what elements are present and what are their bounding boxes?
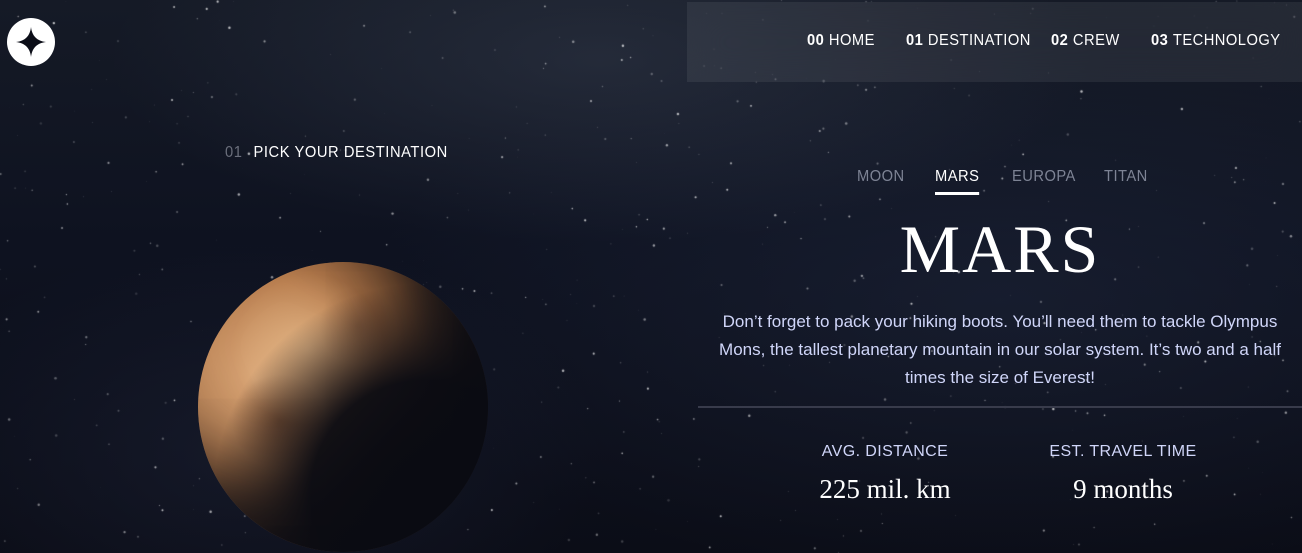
tab-europa[interactable]: EUROPA (1012, 168, 1076, 192)
nav-label: TECHNOLOGY (1172, 32, 1281, 49)
star-logo-icon (16, 27, 46, 57)
nav-item-crew[interactable]: 02 CREW (1051, 32, 1120, 50)
nav-number: 03 (1151, 32, 1169, 49)
nav-label: DESTINATION (927, 32, 1031, 49)
nav-number: 02 (1051, 32, 1069, 49)
tab-moon[interactable]: MOON (857, 168, 905, 192)
nav-label: HOME (828, 32, 875, 49)
main-navigation: 00 HOME 01 DESTINATION 02 CREW 03 TECHNOLOGY (687, 2, 1302, 82)
planet-description: Don’t forget to pack your hiking boots. … (719, 312, 1281, 387)
nav-item-destination[interactable]: 01 DESTINATION (906, 32, 1031, 50)
distance-value: 225 mil. km (819, 474, 951, 504)
site-logo[interactable] (7, 18, 55, 66)
tab-mars[interactable]: MARS (935, 168, 980, 195)
nav-item-technology[interactable]: 03 TECHNOLOGY (1151, 32, 1281, 50)
tab-titan[interactable]: TITAN (1104, 168, 1148, 192)
nav-number: 00 (807, 32, 825, 49)
page-title-text: PICK YOUR DESTINATION (253, 144, 448, 161)
planet-name: MARS (899, 211, 1101, 287)
divider (698, 406, 1302, 408)
nav-number: 01 (906, 32, 924, 49)
travel-time-value: 9 months (1073, 474, 1173, 504)
nav-label: CREW (1072, 32, 1120, 49)
nav-item-home[interactable]: 00 HOME (807, 32, 875, 50)
travel-time-label: EST. TRAVEL TIME (1049, 443, 1197, 460)
distance-label: AVG. DISTANCE (821, 443, 949, 460)
page-title: 01 PICK YOUR DESTINATION (225, 144, 448, 162)
planet-shadow (198, 262, 488, 552)
page-title-number: 01 (225, 144, 243, 161)
